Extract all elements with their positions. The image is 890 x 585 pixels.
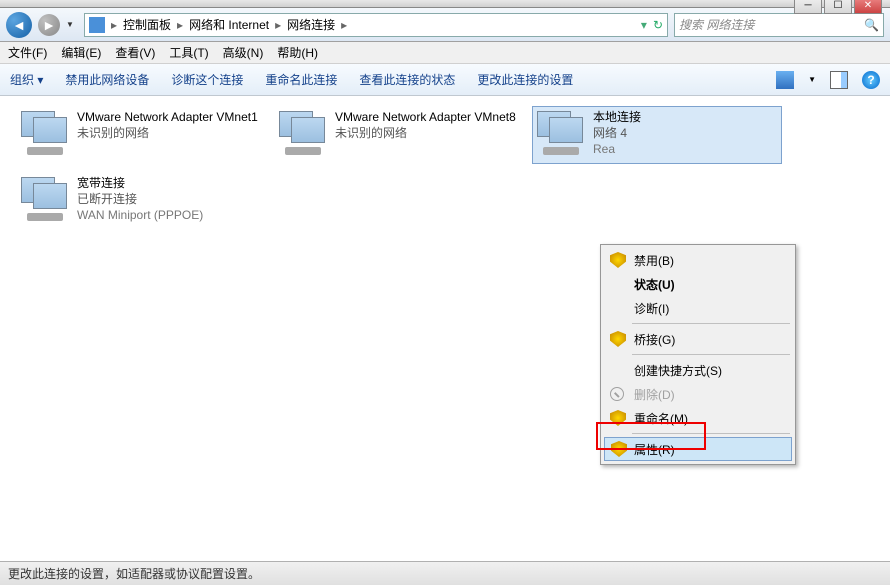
breadcrumb-sep: ▸ — [339, 18, 349, 32]
navigation-bar: ◄ ► ▼ ▸ 控制面板 ▸ 网络和 Internet ▸ 网络连接 ▸ ▾ ↻… — [0, 8, 890, 42]
context-menu: 禁用(B) 状态(U) 诊断(I) 桥接(G) 创建快捷方式(S) 删除(D) … — [600, 244, 796, 465]
context-separator — [632, 323, 790, 324]
dropdown-icon[interactable]: ▾ — [641, 18, 647, 32]
connection-item[interactable]: VMware Network Adapter VMnet8 未识别的网络 — [274, 106, 524, 164]
ctx-properties[interactable]: 属性(R) — [604, 437, 792, 461]
menu-edit[interactable]: 编辑(E) — [61, 44, 101, 61]
connection-status: 网络 4 — [593, 125, 641, 141]
organize-button[interactable]: 组织 ▾ — [10, 71, 43, 88]
breadcrumb-sep: ▸ — [175, 18, 185, 32]
preview-pane-icon[interactable] — [830, 71, 848, 89]
connection-name: VMware Network Adapter VMnet1 — [77, 109, 258, 125]
statusbar-text: 更改此连接的设置，如适配器或协议配置设置。 — [8, 565, 260, 582]
menu-help[interactable]: 帮助(H) — [277, 44, 318, 61]
toolbar: 组织 ▾ 禁用此网络设备 诊断这个连接 重命名此连接 查看此连接的状态 更改此连… — [0, 64, 890, 96]
view-status-button[interactable]: 查看此连接的状态 — [359, 71, 455, 88]
breadcrumb-seg2[interactable]: 网络和 Internet — [189, 16, 269, 33]
refresh-icon[interactable]: ↻ — [653, 18, 663, 32]
forward-button[interactable]: ► — [38, 14, 60, 36]
network-adapter-icon — [21, 177, 69, 217]
connection-item[interactable]: 宽带连接 已断开连接 WAN Miniport (PPPOE) — [16, 172, 266, 230]
breadcrumb-sep: ▸ — [273, 18, 283, 32]
ctx-status[interactable]: 状态(U) — [604, 272, 792, 296]
ctx-diagnose[interactable]: 诊断(I) — [604, 296, 792, 320]
menu-advanced[interactable]: 高级(N) — [223, 44, 264, 61]
context-separator — [632, 354, 790, 355]
shield-icon — [610, 410, 626, 426]
shield-icon — [610, 252, 626, 268]
ctx-delete: 删除(D) — [604, 382, 792, 406]
rename-button[interactable]: 重命名此连接 — [265, 71, 337, 88]
network-adapter-icon — [21, 111, 69, 151]
ctx-bridge[interactable]: 桥接(G) — [604, 327, 792, 351]
shield-icon — [610, 331, 626, 347]
history-dropdown[interactable]: ▼ — [66, 20, 78, 29]
menu-tools[interactable]: 工具(T) — [169, 44, 208, 61]
statusbar: 更改此连接的设置，如适配器或协议配置设置。 — [0, 561, 890, 585]
breadcrumb-seg1[interactable]: 控制面板 — [123, 16, 171, 33]
disable-device-button[interactable]: 禁用此网络设备 — [65, 71, 149, 88]
menu-file[interactable]: 文件(F) — [8, 44, 47, 61]
titlebar: ─ ☐ ✕ — [0, 0, 890, 8]
connection-device: Rea — [593, 141, 641, 157]
content-area: VMware Network Adapter VMnet1 未识别的网络 VMw… — [0, 96, 890, 561]
menu-view[interactable]: 查看(V) — [115, 44, 155, 61]
connection-name: 本地连接 — [593, 109, 641, 125]
breadcrumb-sep: ▸ — [109, 18, 119, 32]
view-dropdown-icon[interactable]: ▼ — [808, 75, 816, 84]
ctx-shortcut[interactable]: 创建快捷方式(S) — [604, 358, 792, 382]
help-icon[interactable]: ? — [862, 71, 880, 89]
connection-name: VMware Network Adapter VMnet8 — [335, 109, 516, 125]
search-icon[interactable]: 🔍 — [864, 18, 879, 32]
maximize-button[interactable]: ☐ — [824, 0, 852, 14]
ctx-disable[interactable]: 禁用(B) — [604, 248, 792, 272]
view-mode-icon[interactable] — [776, 71, 794, 89]
diagnose-button[interactable]: 诊断这个连接 — [171, 71, 243, 88]
connection-item-local[interactable]: 本地连接 网络 4 Rea — [532, 106, 782, 164]
search-input[interactable]: 搜索 网络连接 🔍 — [674, 13, 884, 37]
search-placeholder: 搜索 网络连接 — [679, 16, 754, 33]
connection-device: WAN Miniport (PPPOE) — [77, 207, 203, 223]
breadcrumb-seg3[interactable]: 网络连接 — [287, 16, 335, 33]
context-separator — [632, 433, 790, 434]
change-settings-button[interactable]: 更改此连接的设置 — [477, 71, 573, 88]
location-icon — [89, 17, 105, 33]
back-button[interactable]: ◄ — [6, 12, 32, 38]
network-adapter-icon — [279, 111, 327, 151]
close-button[interactable]: ✕ — [854, 0, 882, 14]
connection-status: 未识别的网络 — [335, 125, 516, 141]
delete-icon — [610, 387, 624, 401]
connection-status: 已断开连接 — [77, 191, 203, 207]
minimize-button[interactable]: ─ — [794, 0, 822, 14]
connection-item[interactable]: VMware Network Adapter VMnet1 未识别的网络 — [16, 106, 266, 164]
menubar: 文件(F) 编辑(E) 查看(V) 工具(T) 高级(N) 帮助(H) — [0, 42, 890, 64]
ctx-rename[interactable]: 重命名(M) — [604, 406, 792, 430]
address-bar[interactable]: ▸ 控制面板 ▸ 网络和 Internet ▸ 网络连接 ▸ ▾ ↻ — [84, 13, 668, 37]
connection-status: 未识别的网络 — [77, 125, 258, 141]
network-adapter-icon — [537, 111, 585, 151]
shield-icon — [611, 441, 627, 457]
connection-name: 宽带连接 — [77, 175, 203, 191]
